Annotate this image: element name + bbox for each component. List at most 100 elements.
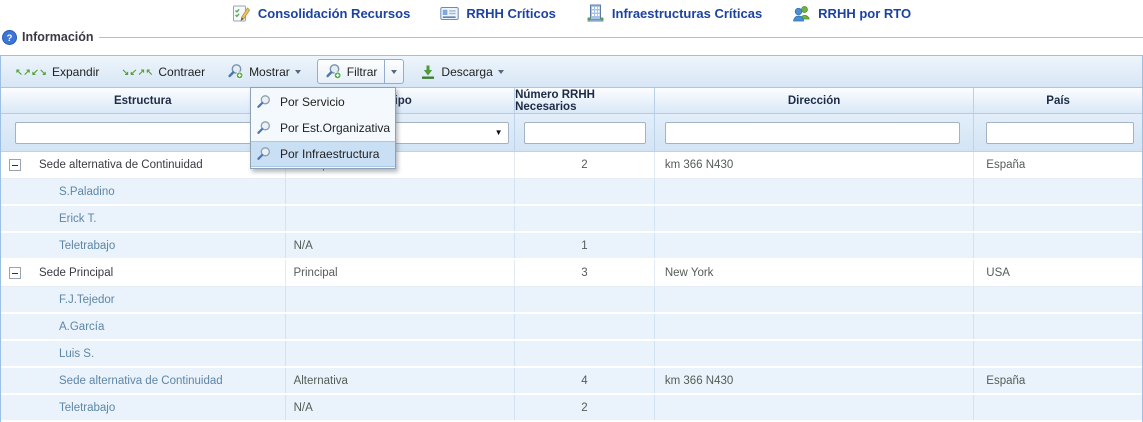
descarga-button[interactable]: Descarga (414, 60, 509, 84)
nav-label: RRHH Críticos (466, 6, 556, 21)
column-header-pais[interactable]: País (974, 88, 1142, 113)
pais-cell: España (974, 152, 1142, 178)
table-row[interactable]: Erick T. (1, 206, 1142, 233)
table-row[interactable]: S.Paladino (1, 179, 1142, 206)
idcard-icon (440, 4, 459, 23)
collapse-toggle[interactable] (9, 267, 21, 279)
column-header-numero-rrhh[interactable]: Número RRHH Necesarios (515, 88, 655, 113)
filter-cell-estructura (1, 114, 286, 151)
estructura-label: Teletrabajo (59, 402, 115, 414)
estructura-filter-input[interactable] (15, 122, 273, 144)
table-body: Sede alternativa de Continuidad Principa… (1, 152, 1142, 422)
estructura-label: Sede Principal (39, 267, 113, 279)
numero-cell: 2 (515, 152, 655, 178)
nav-infraestructuras-criticas[interactable]: Infraestructuras Críticas (586, 4, 762, 23)
pais-cell (974, 314, 1142, 339)
nav-rrhh-por-rto[interactable]: RRHH por RTO (792, 4, 911, 23)
menu-item-label: Por Est.Organizativa (280, 121, 390, 135)
expandir-button[interactable]: ↖↗↙↘ Expandir (9, 61, 105, 83)
column-header-direccion[interactable]: Dirección (655, 88, 974, 113)
table-row[interactable]: Sede Principal Principal 3 New York USA (1, 260, 1142, 287)
numero-cell (515, 314, 655, 339)
numero-cell: 3 (515, 260, 655, 286)
nav-label: Infraestructuras Críticas (612, 6, 762, 21)
estructura-label: F.J.Tejedor (59, 294, 115, 306)
estructura-label: Erick T. (59, 213, 97, 225)
collapse-toggle[interactable] (9, 159, 21, 171)
filtrar-dropdown-arrow[interactable] (385, 60, 403, 83)
filter-row: ▼ (1, 114, 1142, 152)
numero-cell: 2 (515, 395, 655, 420)
table-row[interactable]: Sede alternativa de Continuidad Principa… (1, 152, 1142, 179)
contraer-button[interactable]: ↘↙↗↖ Contraer (115, 61, 211, 83)
table-row[interactable]: Luis S. (1, 341, 1142, 368)
estructura-label: A.García (59, 321, 104, 333)
filter-cell-numero (515, 114, 655, 151)
chevron-down-icon (295, 70, 301, 74)
tipo-cell: Principal (286, 260, 516, 286)
svg-text:?: ? (7, 33, 13, 44)
tipo-cell: Alternativa (286, 368, 516, 393)
tipo-cell (286, 206, 516, 231)
page: Consolidación Recursos RRHH Críticos (0, 0, 1143, 422)
tipo-cell (286, 179, 516, 204)
menu-item-por-servicio[interactable]: Por Servicio (251, 89, 395, 115)
magnifier-icon (256, 146, 272, 162)
pais-cell (974, 233, 1142, 258)
direccion-cell (655, 395, 974, 420)
pais-cell (974, 395, 1142, 420)
mostrar-button[interactable]: Mostrar (221, 59, 307, 84)
nav-rrhh-criticos[interactable]: RRHH Críticos (440, 4, 556, 23)
legend-divider (99, 37, 1143, 38)
informacion-legend: ? Información (0, 28, 1143, 46)
chevron-down-icon: ▼ (495, 128, 503, 137)
magnifier-plus-icon (227, 63, 244, 80)
contraer-label: Contraer (158, 65, 205, 79)
table-row[interactable]: F.J.Tejedor (1, 287, 1142, 314)
mostrar-label: Mostrar (249, 65, 290, 79)
pais-cell (974, 287, 1142, 312)
estructura-label: Teletrabajo (59, 240, 115, 252)
resources-grid: ↖↗↙↘ Expandir ↘↙↗↖ Contraer Mostrar (0, 55, 1143, 422)
filter-cell-pais (974, 114, 1142, 151)
nav-consolidacion-recursos[interactable]: Consolidación Recursos (232, 4, 410, 23)
pais-cell: USA (974, 260, 1142, 286)
section-title: Información (22, 30, 94, 44)
help-icon[interactable]: ? (2, 30, 17, 45)
direccion-filter-input[interactable] (665, 122, 960, 144)
table-row[interactable]: A.García (1, 314, 1142, 341)
numero-cell: 1 (515, 233, 655, 258)
chevron-down-icon (498, 70, 504, 74)
filtrar-label: Filtrar (347, 65, 378, 79)
tipo-cell: N/A (286, 233, 516, 258)
estructura-label: Sede alternativa de Continuidad (59, 375, 223, 387)
nav-label: RRHH por RTO (818, 6, 911, 21)
menu-item-por-infraestructura[interactable]: Por Infraestructura (251, 141, 395, 167)
pais-filter-input[interactable] (986, 122, 1134, 144)
numero-cell (515, 206, 655, 231)
estructura-label: S.Paladino (59, 186, 115, 198)
tipo-cell (286, 341, 516, 366)
numero-cell (515, 287, 655, 312)
tipo-cell (286, 287, 516, 312)
direccion-cell (655, 233, 974, 258)
table-row[interactable]: Teletrabajo N/A 1 (1, 233, 1142, 260)
menu-item-por-est-organizativa[interactable]: Por Est.Organizativa (251, 115, 395, 141)
nav-label: Consolidación Recursos (258, 6, 410, 21)
column-header-estructura[interactable]: Estructura (1, 88, 286, 113)
magnifier-icon (256, 94, 272, 110)
pais-cell: España (974, 368, 1142, 393)
collapse-all-icon: ↘↙↗↖ (121, 68, 153, 76)
edit-report-icon (232, 4, 251, 23)
menu-item-label: Por Servicio (280, 95, 345, 109)
direccion-cell (655, 341, 974, 366)
estructura-label: Sede alternativa de Continuidad (39, 159, 203, 171)
filtrar-split-button: Filtrar (317, 59, 405, 84)
table-row[interactable]: Sede alternativa de Continuidad Alternat… (1, 368, 1142, 395)
chevron-down-icon (391, 70, 397, 74)
direccion-cell (655, 179, 974, 204)
expand-all-icon: ↖↗↙↘ (15, 68, 47, 76)
filtrar-button[interactable]: Filtrar (318, 60, 386, 83)
table-row[interactable]: Teletrabajo N/A 2 (1, 395, 1142, 422)
numero-filter-input[interactable] (524, 122, 646, 144)
